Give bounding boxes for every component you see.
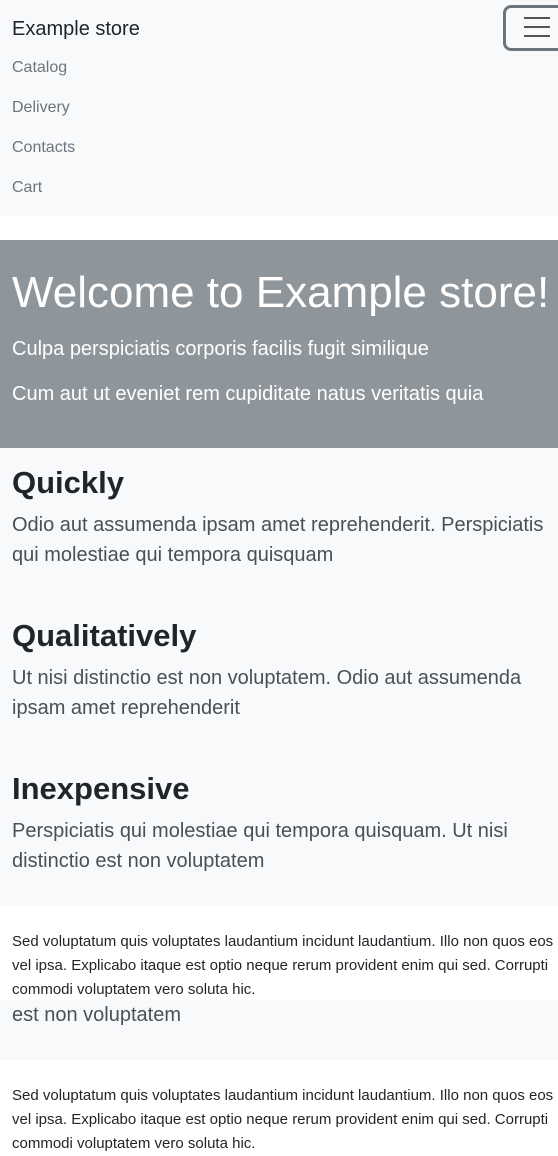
repeated-strip: est non voluptatem — [0, 1000, 558, 1060]
feature-text-quickly: Odio aut assumenda ipsam amet reprehende… — [12, 514, 544, 566]
navbar: Example store Catalog Delivery Contacts … — [0, 0, 558, 216]
feature-title-quickly: Quickly — [12, 465, 124, 500]
repeated-strip-text: est non voluptatem — [12, 1004, 181, 1026]
nav-item-delivery[interactable]: Delivery — [12, 98, 70, 118]
nav-item-cart[interactable]: Cart — [12, 178, 42, 198]
feature-title-qualitatively: Qualitatively — [12, 618, 197, 653]
brand-link[interactable]: Example store — [12, 16, 140, 42]
hero-subtitle-2: Cum aut ut eveniet rem cupiditate natus … — [12, 383, 484, 405]
nav-item-catalog[interactable]: Catalog — [12, 58, 67, 78]
nav-item-contacts[interactable]: Contacts — [12, 138, 75, 158]
footer-block-2: Sed voluptatum quis voluptates laudantiu… — [0, 1060, 558, 1154]
hero-subtitle-1: Culpa perspiciatis corporis facilis fugi… — [12, 338, 429, 360]
footer-block-1: Sed voluptatum quis voluptates laudantiu… — [0, 906, 558, 1000]
navbar-toggle-button[interactable] — [503, 5, 558, 51]
footer-text-1: Sed voluptatum quis voluptates laudantiu… — [12, 933, 554, 998]
feature-text-inexpensive: Perspiciatis qui molestiae qui tempora q… — [12, 820, 508, 872]
feature-text-qualitatively: Ut nisi distinctio est non voluptatem. O… — [12, 667, 522, 719]
hero-title: Welcome to Example store! — [12, 268, 550, 317]
feature-title-inexpensive: Inexpensive — [12, 771, 190, 806]
features-section: Quickly Odio aut assumenda ipsam amet re… — [0, 448, 558, 906]
footer-text-2: Sed voluptatum quis voluptates laudantiu… — [12, 1087, 554, 1152]
hero-section: Welcome to Example store! Culpa perspici… — [0, 240, 558, 448]
